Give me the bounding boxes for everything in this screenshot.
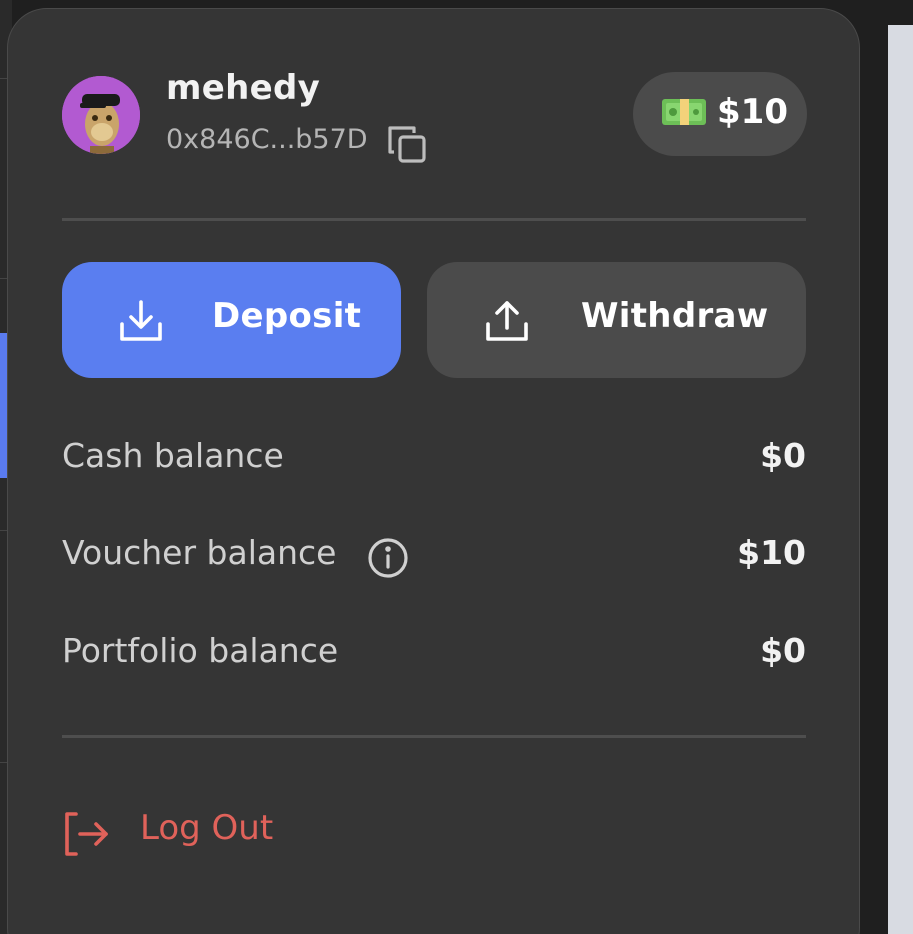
ape-avatar-icon: [62, 76, 140, 154]
withdraw-button[interactable]: Withdraw: [427, 262, 806, 378]
balance-badge[interactable]: $10: [633, 72, 807, 156]
logout-button[interactable]: Log Out: [62, 808, 302, 858]
download-icon: [120, 300, 162, 341]
logout-icon: [65, 812, 108, 856]
divider: [62, 735, 806, 738]
avatar[interactable]: [62, 76, 140, 154]
deposit-button-label: Deposit: [212, 296, 362, 336]
cash-balance-value: $0: [760, 436, 806, 475]
username: mehedy: [166, 68, 321, 108]
background-page-right: [888, 25, 913, 934]
voucher-balance-value: $10: [737, 533, 806, 572]
logout-label: Log Out: [140, 808, 274, 848]
withdraw-button-label: Withdraw: [581, 296, 769, 336]
portfolio-balance-value: $0: [760, 631, 806, 670]
upload-icon: [486, 301, 528, 341]
deposit-button[interactable]: Deposit: [62, 262, 401, 378]
info-icon[interactable]: [366, 536, 410, 580]
balance-badge-amount: $10: [717, 92, 788, 132]
wallet-address: 0x846C...b57D: [166, 124, 368, 155]
divider: [62, 218, 806, 221]
copy-icon[interactable]: [386, 124, 428, 164]
portfolio-balance-label: Portfolio balance: [62, 631, 339, 670]
money-icon: [662, 99, 706, 125]
voucher-balance-label: Voucher balance: [62, 533, 337, 572]
cash-balance-label: Cash balance: [62, 436, 284, 475]
